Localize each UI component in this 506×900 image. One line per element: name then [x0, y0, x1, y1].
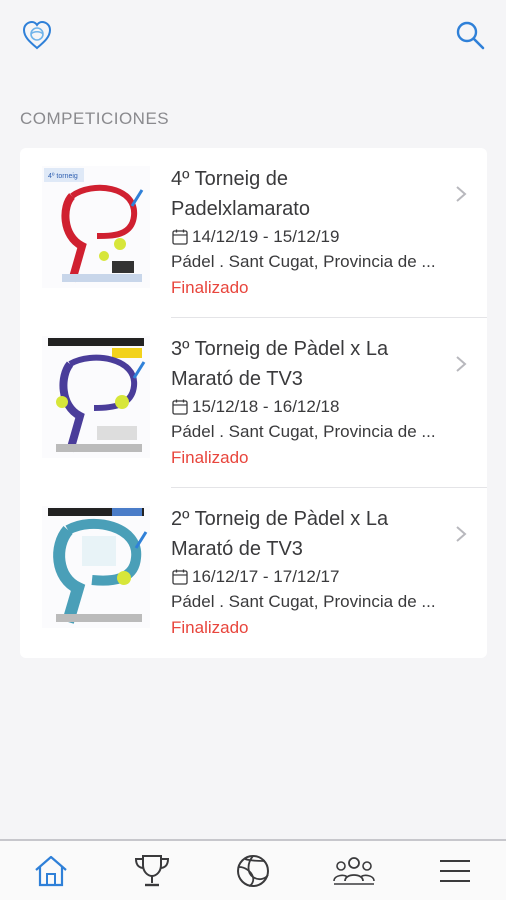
list-item[interactable]: 2º Torneig de Pàdel x La Marató de TV3 1… — [20, 488, 487, 658]
list-item[interactable]: 4º torneig 4º Torneig de Padelxlamarato … — [20, 148, 487, 318]
competition-title: 2º Torneig de Pàdel x La Marató de TV3 — [171, 508, 389, 560]
competition-place: Pádel . Sant Cugat, Provincia de ... — [171, 592, 436, 611]
chevron-right-icon — [456, 356, 467, 372]
competition-title: 4º Torneig de Padelxlamarato — [171, 168, 310, 220]
competition-dates: 15/12/18 - 16/12/18 — [171, 396, 339, 418]
chevron-right-icon — [456, 526, 467, 542]
competition-dates: 14/12/19 - 15/12/19 — [171, 226, 339, 248]
top-bar — [0, 0, 506, 70]
status-label: Finalizado — [171, 448, 249, 467]
list-item[interactable]: 3º Torneig de Pàdel x La Marató de TV3 1… — [20, 318, 487, 488]
calendar-icon — [172, 229, 188, 245]
competition-place: Pádel . Sant Cugat, Provincia de ... — [171, 422, 436, 441]
tournament-poster-image — [42, 336, 150, 458]
status-label: Finalizado — [171, 278, 249, 297]
ball-icon — [236, 854, 269, 887]
calendar-icon — [172, 399, 188, 415]
search-icon[interactable] — [453, 18, 487, 52]
tab-sports[interactable] — [223, 846, 283, 896]
section-title: COMPETICIONES — [20, 109, 170, 128]
chevron-right-icon — [456, 186, 467, 202]
svg-text:4º torneig: 4º torneig — [48, 173, 78, 180]
tab-competitions[interactable] — [122, 846, 182, 896]
dates-text: 14/12/19 - 15/12/19 — [192, 227, 340, 246]
home-icon — [34, 855, 67, 886]
competition-dates: 16/12/17 - 17/12/17 — [171, 566, 339, 588]
community-icon — [333, 856, 375, 885]
tab-community[interactable] — [324, 846, 384, 896]
competitions-list: 4º torneig 4º Torneig de Padelxlamarato … — [20, 148, 487, 658]
dates-text: 16/12/17 - 17/12/17 — [192, 567, 340, 586]
status-label: Finalizado — [171, 618, 249, 637]
competition-title: 3º Torneig de Pàdel x La Marató de TV3 — [171, 338, 389, 390]
competition-place: Pádel . Sant Cugat, Provincia de ... — [171, 252, 436, 271]
heart-ball-logo[interactable] — [20, 18, 54, 52]
dates-text: 15/12/18 - 16/12/18 — [192, 397, 340, 416]
tab-home[interactable] — [21, 846, 81, 896]
trophy-icon — [134, 854, 169, 886]
menu-icon — [440, 859, 471, 882]
tab-menu[interactable] — [425, 846, 485, 896]
bottom-tab-bar — [0, 839, 506, 900]
calendar-icon — [172, 569, 188, 585]
tournament-poster-image — [42, 506, 150, 628]
tournament-poster-image: 4º torneig — [42, 166, 150, 288]
